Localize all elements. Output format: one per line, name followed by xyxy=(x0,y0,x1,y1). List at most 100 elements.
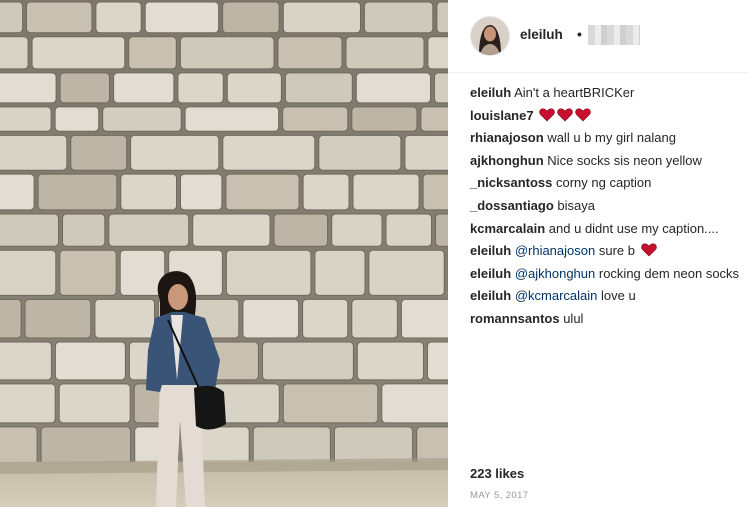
comment-text: and u didnt use my caption.... xyxy=(548,220,719,236)
comment-item: eleiluh @ajkhonghun rocking dem neon soc… xyxy=(470,265,740,283)
wall-stone xyxy=(0,72,57,104)
wall-stone xyxy=(184,106,280,132)
wall-stone xyxy=(54,106,100,132)
wall-stone xyxy=(24,298,92,339)
wall-stone xyxy=(108,213,190,247)
wall-stone xyxy=(94,298,155,339)
wall-stone xyxy=(59,249,117,296)
wall-stone xyxy=(70,134,128,171)
wall-stone xyxy=(130,134,220,171)
wall-stone xyxy=(226,72,282,104)
header-separator: • xyxy=(577,26,582,42)
comment-author[interactable]: eleiluh xyxy=(470,266,511,281)
wall-stone xyxy=(102,106,182,132)
heart-emoji-group xyxy=(537,108,591,123)
wall-stone xyxy=(144,1,220,34)
comment-mention[interactable]: @ajkhonghun xyxy=(515,266,595,281)
wall-stone xyxy=(385,213,432,247)
wall-stone xyxy=(0,249,57,296)
comment-text: sure b xyxy=(598,243,635,259)
wall-stone xyxy=(177,72,224,104)
wall-stone xyxy=(331,213,383,247)
wall-stone xyxy=(222,1,280,34)
comment-author[interactable]: eleiluh xyxy=(470,85,511,100)
wall-stone xyxy=(355,72,431,104)
comment-item: louislane7 xyxy=(470,107,740,125)
comment-text: corny ng caption xyxy=(556,175,652,191)
wall-stone xyxy=(192,213,271,247)
wall-stone xyxy=(0,36,29,70)
wall-stone xyxy=(351,106,418,132)
comment-item: _nicksantoss corny ng caption xyxy=(470,174,740,192)
comment-text: bisaya xyxy=(557,197,595,213)
comment-item: ajkhonghun Nice socks sis neon yellow xyxy=(470,152,740,170)
comment-author[interactable]: _dossantiago xyxy=(470,198,554,213)
header-username[interactable]: eleiluh xyxy=(520,27,563,42)
wall-stone xyxy=(302,298,349,339)
wall-stone xyxy=(62,213,106,247)
wall-stone xyxy=(180,173,223,211)
comment-text: wall u b my girl nalang xyxy=(547,130,676,146)
wall-stone xyxy=(31,36,126,70)
avatar[interactable] xyxy=(470,16,510,56)
comment-text: Nice socks sis neon yellow xyxy=(547,152,702,168)
wall-stone xyxy=(0,173,35,211)
comment-author[interactable]: louislane7 xyxy=(470,108,534,123)
heart-icon xyxy=(557,108,573,122)
comment-text: rocking dem neon socks xyxy=(598,265,740,281)
wall-stone xyxy=(436,1,448,34)
post-photo[interactable] xyxy=(0,0,448,507)
wall-stone xyxy=(368,249,445,296)
wall-stone xyxy=(26,1,93,34)
wall-stone xyxy=(37,173,118,211)
wall-stone xyxy=(0,298,22,339)
wall-stone xyxy=(58,383,131,424)
likes-count[interactable]: 223 likes xyxy=(470,466,524,481)
post-card: eleiluh • eleiluh Ain't a heartBRICKer lo… xyxy=(0,0,750,507)
wall-stone xyxy=(0,134,68,171)
wall-stone xyxy=(242,298,300,339)
comments-list: eleiluh Ain't a heartBRICKer louislane7 r… xyxy=(470,84,740,333)
wall-stone xyxy=(0,213,59,247)
comment-mention[interactable]: @rhianajoson xyxy=(515,243,595,258)
wall-stone xyxy=(404,134,448,171)
comment-item: kcmarcalain and u didnt use my caption..… xyxy=(470,220,740,238)
comment-author[interactable]: romannsantos xyxy=(470,311,560,326)
heart-icon xyxy=(575,108,591,122)
wall-stone xyxy=(302,173,350,211)
comment-author[interactable]: eleiluh xyxy=(470,288,511,303)
wall-stone xyxy=(422,173,448,211)
comment-author[interactable]: ajkhonghun xyxy=(470,153,544,168)
wall-stone xyxy=(277,36,343,70)
heart-icon xyxy=(539,108,555,122)
comment-item: eleiluh @kcmarcalain love u xyxy=(470,287,740,305)
wall-stone xyxy=(120,173,178,211)
wall-stone xyxy=(284,72,353,104)
comment-item: romannsantos ulul xyxy=(470,310,740,328)
wall-stone xyxy=(363,1,434,34)
wall-stone xyxy=(434,72,448,104)
wall-stone xyxy=(420,106,448,132)
wall-stone xyxy=(59,72,110,104)
comment-text: ulul xyxy=(563,310,584,326)
wall-stone xyxy=(225,173,300,211)
post-header: eleiluh • xyxy=(448,0,750,73)
wall-stone xyxy=(262,341,354,381)
wall-stone xyxy=(113,72,175,104)
comment-item: _dossantiago bisaya xyxy=(470,197,740,215)
post-date: MAY 5, 2017 xyxy=(470,490,529,501)
wall-stone xyxy=(222,134,316,171)
wall-stone xyxy=(345,36,425,70)
wall-stone xyxy=(179,36,275,70)
photo-image xyxy=(0,0,448,507)
wall-stone xyxy=(351,298,398,339)
comment-author[interactable]: rhianajoson xyxy=(470,130,544,145)
comment-mention[interactable]: @kcmarcalain xyxy=(515,288,598,303)
wall-stone xyxy=(273,213,329,247)
comment-author[interactable]: _nicksantoss xyxy=(470,175,552,190)
comment-author[interactable]: kcmarcalain xyxy=(470,221,545,236)
wall-stone xyxy=(352,173,420,211)
comment-author[interactable]: eleiluh xyxy=(470,243,511,258)
post-side-panel: eleiluh • eleiluh Ain't a heartBRICKer lo… xyxy=(448,0,750,507)
comment-item: rhianajoson wall u b my girl nalang xyxy=(470,129,740,147)
